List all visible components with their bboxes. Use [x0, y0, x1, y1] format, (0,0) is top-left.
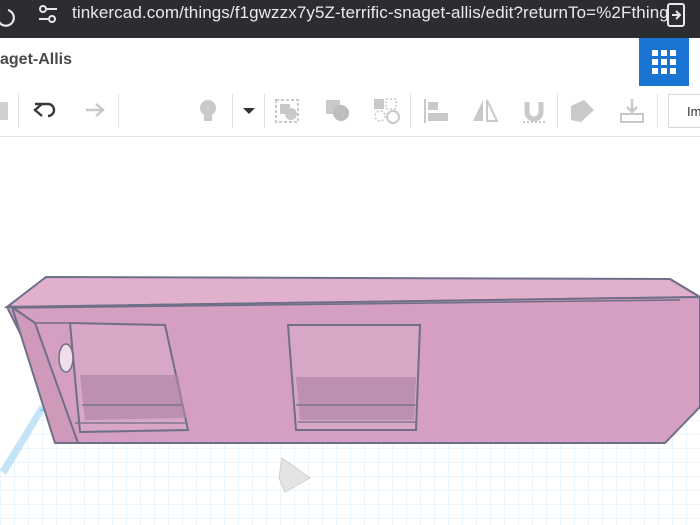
reload-icon[interactable] [0, 6, 16, 28]
undo-button[interactable] [30, 96, 60, 126]
toolbar-divider [657, 94, 658, 128]
site-settings-icon[interactable] [36, 3, 60, 27]
toggle-visibility-button[interactable] [193, 96, 223, 126]
align-button[interactable] [421, 96, 451, 126]
copy-icon [0, 102, 8, 120]
group-button[interactable] [273, 96, 303, 126]
export-button[interactable] [617, 96, 647, 126]
toolbar: Im [0, 86, 700, 137]
toolbar-divider [18, 94, 19, 128]
hole-icon [374, 98, 400, 124]
grid-icon [652, 50, 676, 74]
url-text[interactable]: tinkercad.com/things/f1gwzzx7y5Z-terrifi… [72, 2, 669, 24]
export-icon [620, 99, 644, 123]
title-bar: aget-Allis [0, 38, 700, 87]
workplane-canvas[interactable] [0, 137, 700, 525]
align-icon [424, 99, 448, 123]
share-icon[interactable] [664, 2, 688, 28]
dropdown-caret-icon [243, 108, 255, 114]
toolbar-divider [118, 94, 119, 128]
group-icon [275, 99, 299, 123]
dropdown-button[interactable] [234, 96, 264, 126]
toolbar-divider [232, 94, 233, 128]
notes-icon [571, 100, 594, 122]
toolbar-divider [557, 94, 558, 128]
toolbar-divider [410, 94, 411, 128]
undo-icon [33, 102, 56, 118]
pink-box-shape[interactable] [4, 275, 700, 444]
copy-button[interactable] [0, 96, 16, 126]
grid-view-button[interactable] [639, 38, 689, 86]
magnet-icon [523, 102, 545, 123]
design-name[interactable]: aget-Allis [0, 51, 72, 69]
ungroup-icon [326, 100, 349, 121]
cruise-button[interactable] [519, 96, 549, 126]
redo-icon [86, 103, 105, 117]
mirror-icon [473, 99, 499, 122]
browser-url-bar: tinkercad.com/things/f1gwzzx7y5Z-terrifi… [0, 0, 700, 38]
toolbar-divider [264, 94, 265, 128]
workplane-viewport[interactable] [0, 137, 700, 525]
holes-button[interactable] [372, 96, 402, 126]
redo-button[interactable] [78, 96, 108, 126]
mirror-button[interactable] [470, 96, 500, 126]
import-button[interactable]: Im [668, 94, 700, 128]
light-bulb-icon [200, 100, 216, 121]
ungroup-button[interactable] [323, 96, 353, 126]
notes-button[interactable] [568, 96, 598, 126]
